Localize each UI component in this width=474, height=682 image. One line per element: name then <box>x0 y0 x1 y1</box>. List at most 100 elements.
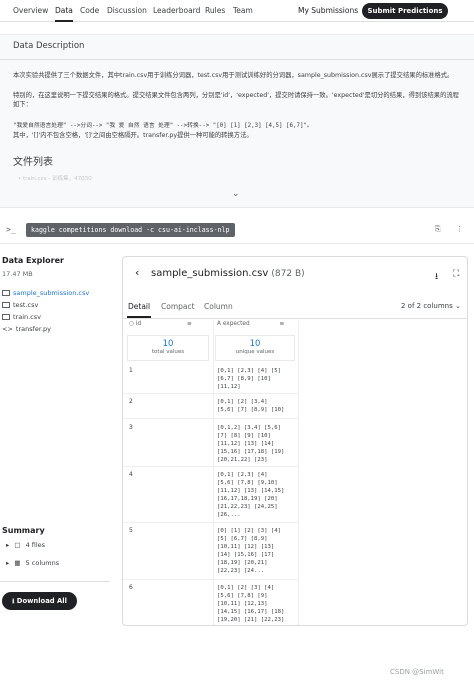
copy-icon[interactable]: ⎘ <box>435 225 441 234</box>
column-header-expected[interactable]: A expected ≡ <box>217 321 284 333</box>
columns-icon: ▦ <box>14 559 21 567</box>
column-header-label: id <box>135 321 142 327</box>
data-description-card: Data Description 本次实验共提供了三个数据文件，其中train.… <box>0 34 474 208</box>
column-header-label: expected <box>222 321 250 327</box>
column-header-id[interactable]: ○ id ≡ <box>129 321 192 333</box>
summary-columns-label: 5 columns <box>25 559 60 567</box>
more-vertical-icon[interactable]: ⋮ <box>456 225 463 233</box>
my-submissions-link[interactable]: My Submissions <box>298 0 358 22</box>
watermark: CSDN @SimWit <box>390 668 444 676</box>
data-explorer-size: 17.47 MB <box>2 270 33 278</box>
data-explorer-title: Data Explorer <box>2 256 64 265</box>
table-row-expected: [0,1] [2,3] [4] [5,6] [7,8] [9,10] [11,1… <box>217 472 285 518</box>
file-item-sample-submission[interactable]: sample_submission.csv <box>2 289 89 297</box>
tab-detail[interactable]: Detail <box>128 302 150 311</box>
table-row-id: 5 <box>129 527 133 534</box>
summary-files-row[interactable]: ▸ □ 4 files <box>6 541 45 549</box>
stat-label: total values <box>151 349 185 355</box>
description-paragraph-3: 其中，'[]'内不包含空格，'[]'之间由空格隔开。transfer.py提供一… <box>13 132 253 139</box>
key-icon: ○ <box>129 321 135 327</box>
fullscreen-icon[interactable]: ⛶ <box>453 269 459 279</box>
stat-unique-values: 10 unique values <box>215 335 295 361</box>
code-icon: <> <box>2 325 13 333</box>
tab-data[interactable]: Data <box>55 0 73 22</box>
tab-column[interactable]: Column <box>204 302 233 311</box>
divider <box>0 581 110 582</box>
active-tab-indicator <box>127 316 151 318</box>
chevron-down-icon: ⌄ <box>454 302 461 310</box>
file-item-label: transfer.py <box>15 325 52 333</box>
table-row-id: 2 <box>129 398 133 405</box>
top-nav: Overview Data Code Discussion Leaderboar… <box>0 0 474 22</box>
description-paragraph-2: 特别的，在这里说明一下提交结果的格式。提交结果文件包含两列，分别是'id'，'e… <box>13 92 459 108</box>
download-icon[interactable]: ⭳ <box>435 269 438 285</box>
row-divider <box>123 393 298 394</box>
file-list-heading: 文件列表 <box>13 157 53 168</box>
filter-icon[interactable]: ≡ <box>280 321 285 327</box>
description-paragraph-1: 本次实验共提供了三个数据文件，其中train.csv用于训练分词器，test.c… <box>13 72 454 79</box>
stat-total-values: 10 total values <box>127 335 209 361</box>
tab-overview[interactable]: Overview <box>13 0 48 22</box>
table-row-expected: [0,1] [2] [3] [4] [5,6] [7,8] [9] [10,11… <box>217 585 285 623</box>
table-icon <box>2 314 10 320</box>
download-icon: ⭳ <box>12 597 15 605</box>
summary-title: Summary <box>2 526 45 535</box>
view-tabs: Detail Compact Column 2 of 2 columns ⌄ <box>123 295 467 319</box>
file-item-label: train.csv <box>13 313 42 321</box>
submit-predictions-button[interactable]: Submit Predictions <box>362 3 448 19</box>
column-count-label: 2 of 2 columns <box>401 302 453 310</box>
summary-columns-row[interactable]: ▸ ▦ 5 columns <box>6 559 59 567</box>
tab-team[interactable]: Team <box>233 0 253 22</box>
expand-chevron-icon[interactable]: ⌄ <box>232 189 240 199</box>
text-icon: A <box>217 321 221 327</box>
table-row-id: 4 <box>129 471 133 478</box>
column-divider <box>298 321 299 625</box>
file-item-train[interactable]: train.csv <box>2 313 41 321</box>
filter-icon[interactable]: ≡ <box>187 321 192 327</box>
caret-right-icon: ▸ <box>6 541 10 549</box>
file-item-transfer[interactable]: <> transfer.py <box>2 325 51 333</box>
table-row-expected: [0,1] [2,3] [4] [5] [6,7] [8,9] [10] [11… <box>217 368 281 390</box>
data-explorer-panel: Data Explorer 17.47 MB sample_submission… <box>0 250 112 682</box>
viewer-filename: sample_submission.csv <box>151 268 269 279</box>
viewer-filesize: (872 B) <box>271 269 305 279</box>
api-command-bar: >_ kaggle competitions download -c csu-a… <box>0 218 474 244</box>
table-row-expected: [0,1] [2] [3,4] [5,6] [7] [8,9] [10] <box>217 399 285 413</box>
file-viewer-panel: ‹ sample_submission.csv (872 B) ⭳ ⛶ Deta… <box>122 256 468 626</box>
tab-discussion[interactable]: Discussion <box>107 0 147 22</box>
tab-code[interactable]: Code <box>80 0 99 22</box>
table-row-expected: [0,1,2] [3,4] [5,6] [7] [8] [9] [10] [11… <box>217 425 285 463</box>
summary-files-label: 4 files <box>25 541 46 549</box>
viewer-file-title: sample_submission.csv (872 B) <box>151 268 305 279</box>
download-command[interactable]: kaggle competitions download -c csu-ai-i… <box>26 223 235 237</box>
description-code-example: "我爱自然语言处理" -->分词--> "我 爱 自然 语言 处理" -->转换… <box>13 123 313 129</box>
stat-label: unique values <box>235 349 275 355</box>
tab-compact[interactable]: Compact <box>161 302 195 311</box>
file-item-label: sample_submission.csv <box>13 289 90 297</box>
column-divider <box>213 321 214 625</box>
table-icon <box>2 290 10 296</box>
download-all-button[interactable]: ⭳ Download All <box>2 592 77 610</box>
table-icon <box>2 302 10 308</box>
file-list-faded-item: • train.csv - 训练集，47030 <box>18 176 92 182</box>
row-divider <box>123 522 298 523</box>
table-row-id: 6 <box>129 584 133 591</box>
table-row-id: 1 <box>129 367 133 374</box>
tab-leaderboard[interactable]: Leaderboard <box>153 0 200 22</box>
download-all-label: Download All <box>16 597 67 605</box>
row-divider <box>123 579 298 580</box>
row-divider <box>123 418 298 419</box>
stat-value: 10 <box>162 339 174 349</box>
stat-value: 10 <box>249 339 261 349</box>
divider <box>0 59 474 60</box>
back-arrow-icon[interactable]: ‹ <box>135 266 139 279</box>
column-count-dropdown[interactable]: 2 of 2 columns ⌄ <box>401 302 461 310</box>
folder-icon: □ <box>14 541 21 549</box>
table-row-expected: [0] [1] [2] [3] [4] [5] [6,7] [8,9] [10,… <box>217 528 281 574</box>
data-description-title: Data Description <box>13 41 85 51</box>
file-item-label: test.csv <box>13 301 39 309</box>
table-row-id: 3 <box>129 424 133 431</box>
caret-right-icon: ▸ <box>6 559 10 567</box>
file-item-test[interactable]: test.csv <box>2 301 38 309</box>
tab-rules[interactable]: Rules <box>205 0 225 22</box>
